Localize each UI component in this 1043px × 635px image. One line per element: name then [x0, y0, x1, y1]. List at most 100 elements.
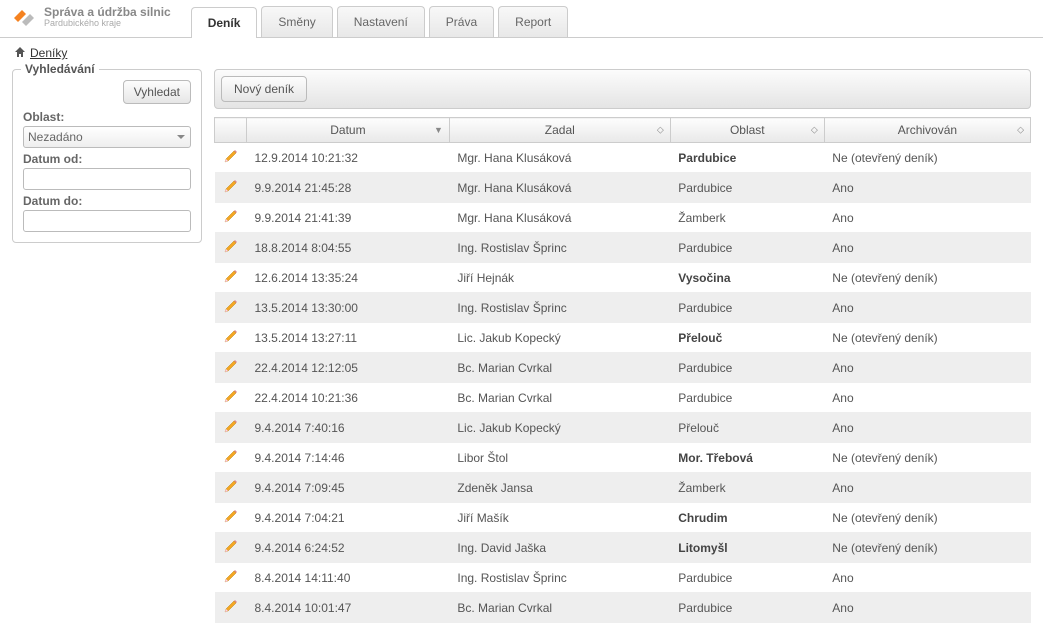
sort-icon: ◇	[657, 125, 664, 136]
cell-oblast: Pardubice	[670, 293, 824, 323]
pencil-icon[interactable]	[223, 178, 239, 197]
datum-do-input[interactable]	[23, 210, 191, 232]
table-row: 9.4.2014 7:04:21Jiří MašíkChrudimNe (ote…	[215, 503, 1031, 533]
pencil-icon[interactable]	[223, 448, 239, 467]
col-oblast[interactable]: Oblast ◇	[670, 118, 824, 143]
cell-oblast: Pardubice	[670, 593, 824, 623]
pencil-icon[interactable]	[223, 568, 239, 587]
pencil-icon[interactable]	[223, 268, 239, 287]
pencil-icon[interactable]	[223, 388, 239, 407]
cell-archivovan: Ano	[824, 383, 1030, 413]
edit-cell	[215, 263, 247, 293]
search-button[interactable]: Vyhledat	[123, 80, 191, 104]
cell-datum: 8.4.2014 14:11:40	[247, 563, 450, 593]
cell-archivovan: Ne (otevřený deník)	[824, 443, 1030, 473]
cell-datum: 22.4.2014 12:12:05	[247, 353, 450, 383]
cell-archivovan: Ne (otevřený deník)	[824, 143, 1030, 173]
col-zadal[interactable]: Zadal ◇	[449, 118, 670, 143]
cell-zadal: Bc. Marian Cvrkal	[449, 353, 670, 383]
pencil-icon[interactable]	[223, 298, 239, 317]
cell-oblast: Mor. Třebová	[670, 443, 824, 473]
tab-report[interactable]: Report	[498, 6, 568, 37]
cell-oblast: Žamberk	[670, 203, 824, 233]
cell-zadal: Ing. David Jaška	[449, 533, 670, 563]
pencil-icon[interactable]	[223, 418, 239, 437]
edit-cell	[215, 533, 247, 563]
edit-cell	[215, 173, 247, 203]
oblast-select-wrap: Nezadáno	[23, 126, 191, 148]
breadcrumb: Deníky	[0, 38, 1043, 69]
cell-archivovan: Ano	[824, 233, 1030, 263]
edit-cell	[215, 413, 247, 443]
cell-zadal: Jiří Hejnák	[449, 263, 670, 293]
pencil-icon[interactable]	[223, 148, 239, 167]
edit-cell	[215, 443, 247, 473]
sort-desc-icon: ▼	[434, 125, 443, 135]
tab-nastavení[interactable]: Nastavení	[337, 6, 425, 37]
pencil-icon[interactable]	[223, 328, 239, 347]
table-row: 9.4.2014 7:14:46Libor ŠtolMor. TřebováNe…	[215, 443, 1031, 473]
new-diary-button[interactable]: Nový deník	[221, 76, 307, 102]
logo-icon	[12, 8, 36, 28]
cell-datum: 22.4.2014 10:21:36	[247, 383, 450, 413]
main-panel: Nový deník Datum ▼ Zadal ◇ Oblast ◇	[214, 69, 1031, 623]
table-row: 9.4.2014 7:40:16Lic. Jakub KopeckýPřelou…	[215, 413, 1031, 443]
cell-oblast: Pardubice	[670, 173, 824, 203]
table-row: 12.6.2014 13:35:24Jiří HejnákVysočinaNe …	[215, 263, 1031, 293]
datum-od-input[interactable]	[23, 168, 191, 190]
cell-archivovan: Ano	[824, 563, 1030, 593]
cell-datum: 9.4.2014 7:40:16	[247, 413, 450, 443]
table-row: 22.4.2014 12:12:05Bc. Marian CvrkalPardu…	[215, 353, 1031, 383]
pencil-icon[interactable]	[223, 238, 239, 257]
cell-archivovan: Ano	[824, 353, 1030, 383]
pencil-icon[interactable]	[223, 598, 239, 617]
tab-práva[interactable]: Práva	[429, 6, 494, 37]
pencil-icon[interactable]	[223, 208, 239, 227]
pencil-icon[interactable]	[223, 358, 239, 377]
cell-datum: 9.4.2014 7:04:21	[247, 503, 450, 533]
logo-text: Správa a údržba silnic Pardubického kraj…	[44, 6, 171, 29]
edit-cell	[215, 473, 247, 503]
diary-table: Datum ▼ Zadal ◇ Oblast ◇ Archivován ◇	[214, 117, 1031, 623]
pencil-icon[interactable]	[223, 538, 239, 557]
cell-zadal: Zdeněk Jansa	[449, 473, 670, 503]
sort-icon: ◇	[811, 125, 818, 136]
table-row: 9.4.2014 6:24:52Ing. David JaškaLitomyšl…	[215, 533, 1031, 563]
pencil-icon[interactable]	[223, 508, 239, 527]
table-row: 13.5.2014 13:27:11Lic. Jakub KopeckýPřel…	[215, 323, 1031, 353]
cell-archivovan: Ne (otevřený deník)	[824, 263, 1030, 293]
cell-zadal: Bc. Marian Cvrkal	[449, 383, 670, 413]
col-edit	[215, 118, 247, 143]
breadcrumb-link[interactable]: Deníky	[30, 46, 67, 60]
edit-cell	[215, 203, 247, 233]
cell-zadal: Ing. Rostislav Šprinc	[449, 563, 670, 593]
cell-oblast: Pardubice	[670, 143, 824, 173]
cell-zadal: Libor Štol	[449, 443, 670, 473]
oblast-select[interactable]: Nezadáno	[23, 126, 191, 148]
cell-archivovan: Ano	[824, 293, 1030, 323]
edit-cell	[215, 383, 247, 413]
cell-oblast: Litomyšl	[670, 533, 824, 563]
pencil-icon[interactable]	[223, 478, 239, 497]
cell-datum: 18.8.2014 8:04:55	[247, 233, 450, 263]
cell-oblast: Pardubice	[670, 233, 824, 263]
home-icon	[14, 46, 26, 61]
cell-zadal: Ing. Rostislav Šprinc	[449, 233, 670, 263]
col-datum[interactable]: Datum ▼	[247, 118, 450, 143]
cell-archivovan: Ano	[824, 593, 1030, 623]
edit-cell	[215, 503, 247, 533]
app-header: Správa a údržba silnic Pardubického kraj…	[0, 0, 1043, 38]
tab-deník[interactable]: Deník	[191, 7, 258, 38]
cell-datum: 9.4.2014 6:24:52	[247, 533, 450, 563]
cell-oblast: Přelouč	[670, 413, 824, 443]
cell-oblast: Žamberk	[670, 473, 824, 503]
tab-směny[interactable]: Směny	[261, 6, 332, 37]
cell-zadal: Mgr. Hana Klusáková	[449, 203, 670, 233]
cell-zadal: Lic. Jakub Kopecký	[449, 413, 670, 443]
cell-archivovan: Ne (otevřený deník)	[824, 533, 1030, 563]
cell-zadal: Jiří Mašík	[449, 503, 670, 533]
table-row: 9.9.2014 21:41:39Mgr. Hana KlusákováŽamb…	[215, 203, 1031, 233]
col-archivovan[interactable]: Archivován ◇	[824, 118, 1030, 143]
edit-cell	[215, 323, 247, 353]
logo-line2: Pardubického kraje	[44, 19, 171, 29]
